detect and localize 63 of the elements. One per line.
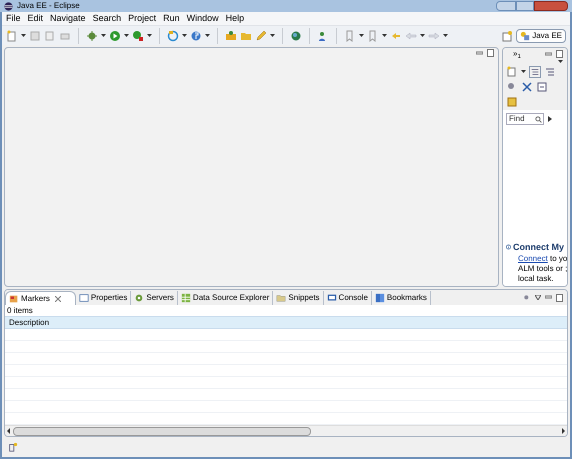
perspective-button[interactable]: Java EE [516,28,566,42]
find-field[interactable]: Find [506,113,544,125]
list-view-icon[interactable] [529,66,541,78]
info-icon [506,243,511,252]
minimize-icon[interactable] [545,294,552,301]
status-icon[interactable] [8,442,18,452]
book-icon [374,293,385,303]
minimize-icon[interactable] [545,50,552,58]
caret-icon[interactable] [521,70,526,74]
collapse-icon[interactable] [536,81,548,93]
column-header[interactable]: Description [5,317,54,328]
menu-item[interactable]: Search [92,12,122,26]
globe-icon[interactable] [190,30,202,42]
package-icon[interactable] [225,30,237,42]
view-tab[interactable]: »$_{1}$ [513,48,521,60]
menu-item[interactable]: File [6,12,21,26]
caret-icon[interactable] [382,34,387,38]
connect-link[interactable]: Connect [518,254,548,263]
scroll-left-icon[interactable] [5,427,13,435]
menu-item[interactable]: Window [186,12,219,26]
java-ee-icon [520,30,530,40]
connect-title: Connect My [512,240,564,254]
menu-item[interactable]: Help [226,12,244,26]
crossed-icon[interactable] [521,81,533,93]
caret-icon[interactable] [443,34,448,38]
caret-icon[interactable] [147,34,152,38]
run-icon[interactable] [109,30,121,42]
open-perspective-icon[interactable] [501,30,514,42]
properties-icon [78,293,89,303]
monitor-icon [326,293,337,303]
maximize-icon[interactable] [487,49,494,57]
maximize-icon[interactable] [556,294,563,302]
caret-icon[interactable] [182,34,187,38]
scroll-right-icon[interactable] [559,427,567,435]
caret-icon[interactable] [205,34,210,38]
caret-icon[interactable] [270,34,275,38]
search-icon [535,116,542,122]
view-tab[interactable]: Markers [5,291,76,305]
window-title: Java EE - Eclipse [17,0,80,12]
expand-icon[interactable] [548,116,552,122]
caret-icon[interactable] [21,34,26,38]
menu-item[interactable]: Project [128,12,156,26]
list-view-icon[interactable] [544,66,556,78]
caret-icon[interactable] [420,34,425,38]
markers-icon [9,294,19,304]
caret-icon[interactable] [124,34,129,38]
caret-icon[interactable] [101,34,106,38]
maximize-icon[interactable] [556,50,563,58]
menu-item[interactable]: Run [163,12,180,26]
minimize-icon[interactable] [476,50,483,56]
menu-item[interactable]: Navigate [50,12,86,26]
view-menu-icon[interactable] [535,295,541,300]
caret-icon[interactable] [359,34,364,38]
new-task-icon[interactable] [506,66,518,78]
menu-item[interactable]: Edit [28,12,44,26]
globe-icon[interactable] [290,30,302,42]
horizontal-scrollbar[interactable] [5,425,567,436]
folder-icon [276,293,286,303]
scroll-thumb[interactable] [13,426,311,436]
close-icon[interactable] [54,296,61,302]
pencil-icon[interactable] [255,30,267,42]
run-config-icon[interactable] [132,30,144,42]
table-icon [180,293,191,303]
